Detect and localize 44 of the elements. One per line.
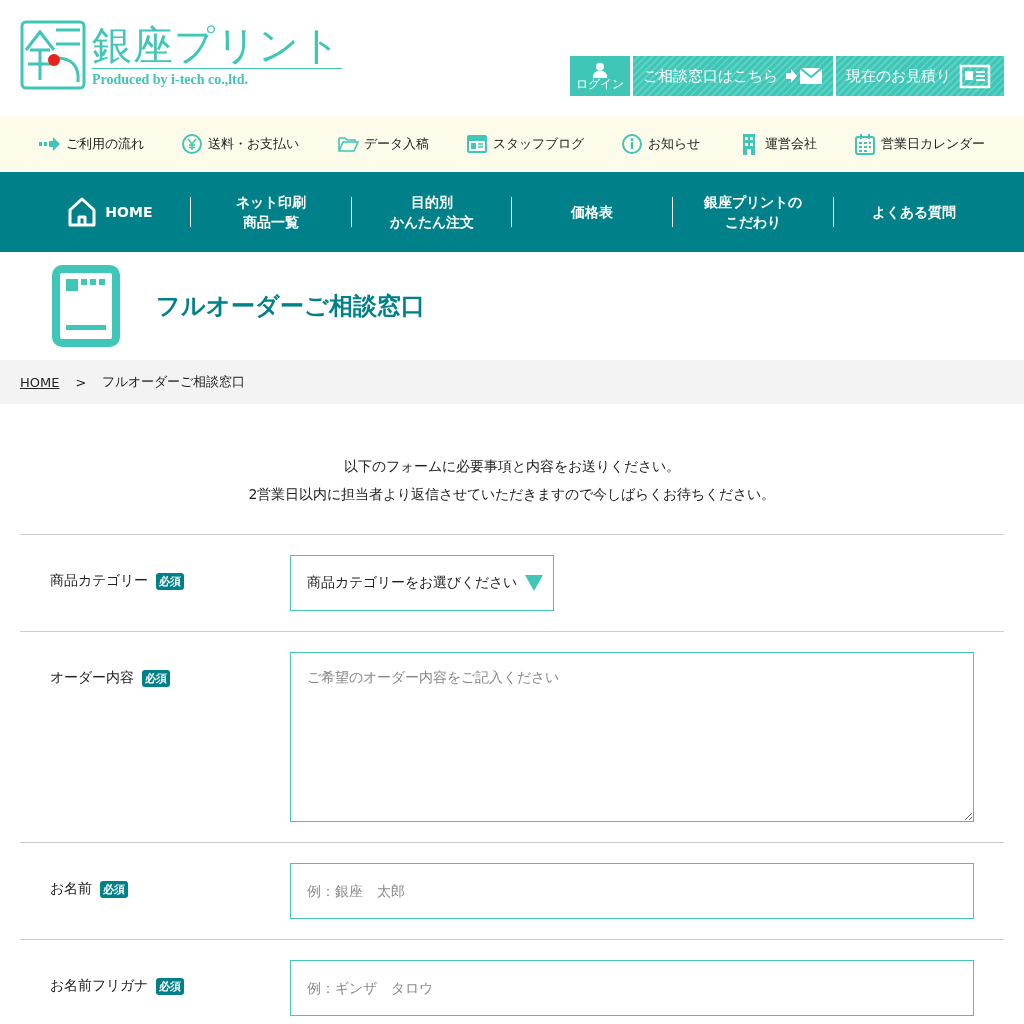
- breadcrumb-link[interactable]: HOME: [20, 374, 60, 390]
- main-nav-link[interactable]: HOME: [30, 196, 190, 228]
- person-icon: [592, 61, 608, 78]
- required-badge: 必須: [156, 573, 184, 590]
- document-icon: [959, 63, 991, 89]
- calendar-icon: [854, 133, 877, 155]
- breadcrumb-separator: >: [75, 374, 87, 390]
- required-badge: 必須: [100, 881, 128, 898]
- blog-icon: [465, 133, 488, 155]
- required-badge: 必須: [142, 670, 170, 687]
- logo-icon: [20, 20, 86, 90]
- logo-wordmark: 銀座プリント: [92, 22, 342, 68]
- yen-icon: [181, 133, 204, 155]
- main-nav-link[interactable]: 価格表: [512, 202, 673, 222]
- home-icon: [67, 196, 98, 228]
- sub-nav-link[interactable]: ご利用の流れ: [38, 133, 144, 155]
- order-textarea[interactable]: ご希望のオーダー内容をご記入ください: [290, 652, 974, 822]
- input-field[interactable]: 例：銀座 太郎: [290, 863, 974, 919]
- sub-nav-link[interactable]: データ入稿: [336, 133, 429, 155]
- field-label: 商品カテゴリー: [50, 572, 148, 590]
- category-select[interactable]: 商品カテゴリーをお選びください: [290, 555, 554, 611]
- field-label: お名前: [50, 880, 92, 898]
- intro-text: 以下のフォームに必要事項と内容をお送りください。: [343, 457, 681, 476]
- sub-nav-link[interactable]: スタッフブログ: [465, 133, 584, 155]
- sub-nav-link[interactable]: お知らせ: [621, 133, 701, 155]
- info-icon: [621, 133, 644, 155]
- main-nav-link[interactable]: よくある質問: [834, 202, 994, 222]
- main-nav-link[interactable]: 目的別 かんたん注文: [351, 192, 512, 232]
- mail-icon: [786, 67, 824, 85]
- input-field[interactable]: 例：ギンザ タロウ: [290, 960, 974, 1016]
- field-label: お名前フリガナ: [50, 977, 148, 995]
- breadcrumb-current: フルオーダーご相談窓口: [102, 373, 246, 391]
- intro-text: 2営業日以内に担当者より返信させていただきますので今しばらくお待ちください。: [247, 485, 777, 504]
- sub-nav-link[interactable]: 送料・お支払い: [181, 133, 300, 155]
- page-title: フルオーダーご相談窓口: [156, 291, 425, 322]
- sub-nav-link[interactable]: 営業日カレンダー: [854, 133, 986, 155]
- main-nav-link[interactable]: ネット印刷 商品一覧: [190, 192, 351, 232]
- main-nav-link[interactable]: 銀座プリントの こだわり: [673, 192, 834, 232]
- dropdown-arrow-icon: [525, 575, 543, 591]
- form-icon: [52, 265, 120, 347]
- required-badge: 必須: [156, 978, 184, 995]
- field-label: オーダー内容: [50, 669, 134, 687]
- logo-tagline: Produced by i-tech co.,ltd.: [92, 68, 342, 88]
- sub-nav-link[interactable]: 運営会社: [737, 133, 817, 155]
